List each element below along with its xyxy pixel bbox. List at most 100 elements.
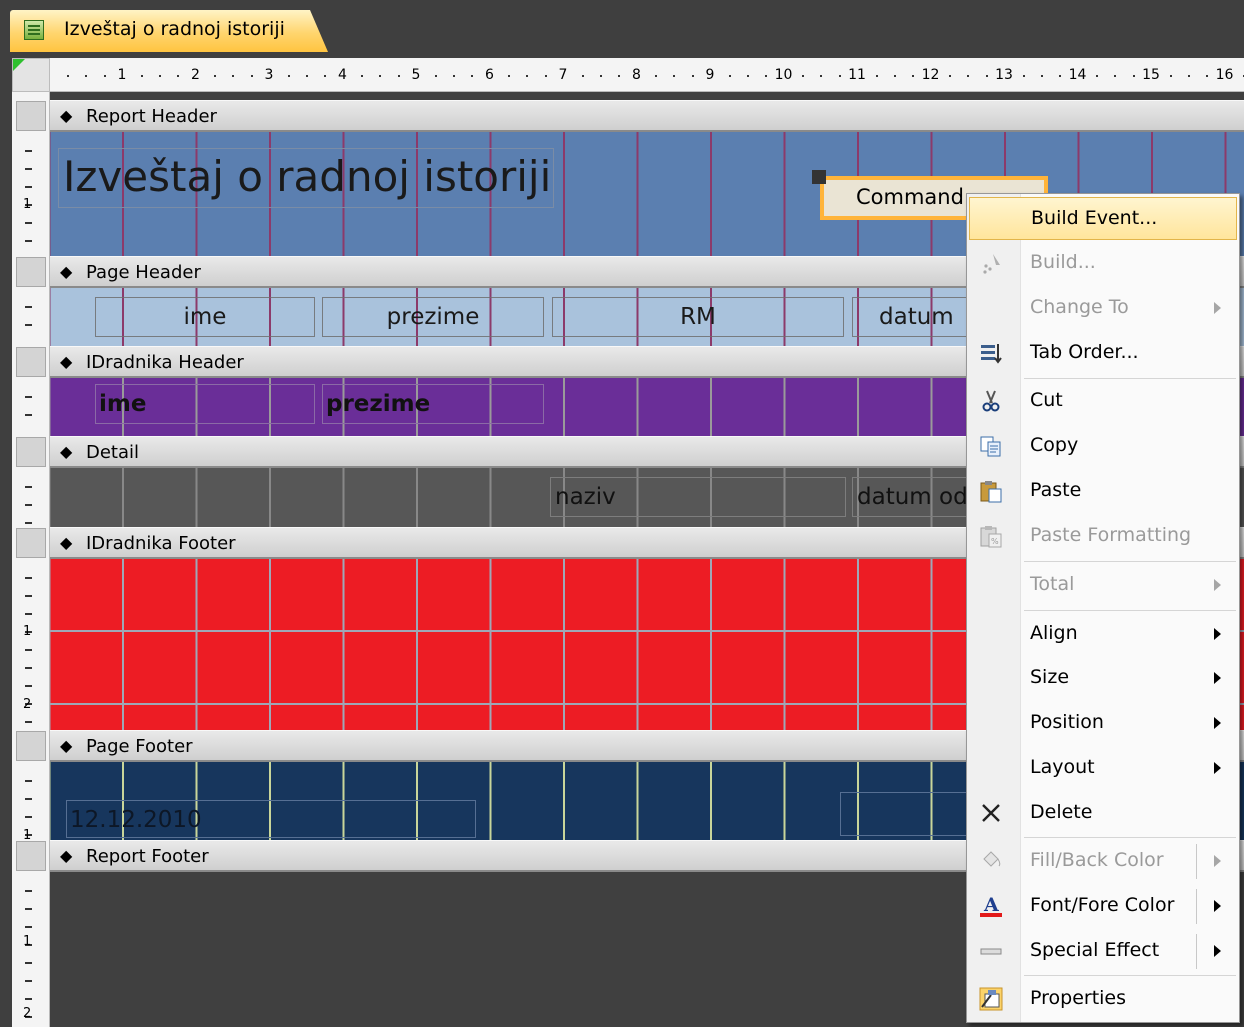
- menu-item-label: Delete: [1030, 801, 1093, 823]
- ruler-tick: [1059, 75, 1062, 77]
- menu-item-size[interactable]: Size: [969, 657, 1237, 700]
- ruler-tick: [305, 75, 308, 77]
- horizontal-ruler[interactable]: 1 2 3 4 5 6 7 8 9 10 11 12 13 14 15 16: [50, 58, 1244, 92]
- menu-item-copy[interactable]: Copy: [969, 425, 1237, 468]
- menu-item-change-to[interactable]: Change To: [969, 287, 1237, 330]
- section-selector[interactable]: [16, 731, 46, 761]
- menu-item-paste-formatting[interactable]: % Paste Formatting: [969, 515, 1237, 558]
- ime-field[interactable]: ime: [95, 384, 315, 424]
- menu-item-delete[interactable]: Delete: [969, 792, 1237, 835]
- menu-item-cut[interactable]: Cut: [969, 380, 1237, 423]
- submenu-arrow-icon: [1214, 855, 1221, 867]
- menu-item-total[interactable]: Total: [969, 564, 1237, 607]
- prezime-label[interactable]: prezime: [322, 297, 544, 337]
- section-selector[interactable]: [16, 347, 46, 377]
- ruler-tick: [838, 75, 841, 77]
- font-color-icon: A: [979, 894, 1003, 918]
- section-selector[interactable]: [16, 437, 46, 467]
- ruler-tick: [912, 75, 915, 77]
- collapse-arrow-icon: ◆: [60, 442, 73, 461]
- ruler-tick: [875, 75, 878, 77]
- ruler-number: 1: [23, 828, 32, 843]
- submenu-arrow-icon: [1214, 945, 1221, 957]
- ruler-tick: [25, 667, 32, 669]
- move-handle[interactable]: [812, 170, 826, 184]
- prezime-field[interactable]: prezime: [322, 384, 544, 424]
- section-selector[interactable]: [16, 841, 46, 871]
- ruler-tick: [25, 486, 32, 488]
- menu-item-layout[interactable]: Layout: [969, 747, 1237, 790]
- delete-x-icon: [979, 801, 1003, 825]
- ruler-tick: [25, 780, 32, 782]
- menu-item-fill-back-color[interactable]: Fill/Back Color: [969, 840, 1237, 883]
- ruler-tick: [67, 75, 69, 77]
- menu-item-label: Size: [1030, 666, 1070, 688]
- section-label: IDradnika Header: [86, 352, 244, 373]
- ruler-tick: [103, 75, 106, 77]
- menu-item-build-event[interactable]: Build Event...: [969, 197, 1237, 240]
- menu-separator: [1024, 975, 1236, 976]
- ruler-tick: [25, 595, 32, 597]
- ruler-number: 15: [1142, 67, 1160, 83]
- section-selector[interactable]: [16, 257, 46, 287]
- menu-item-position[interactable]: Position: [969, 702, 1237, 745]
- ruler-number: 13: [995, 67, 1013, 83]
- svg-text:%: %: [991, 537, 999, 546]
- collapse-arrow-icon: ◆: [60, 533, 73, 552]
- menu-item-build[interactable]: Build...: [969, 242, 1237, 285]
- ruler-number: 1: [23, 624, 32, 639]
- section-label: Detail: [86, 442, 140, 463]
- split-divider: [1196, 889, 1197, 924]
- collapse-arrow-icon: ◆: [60, 106, 73, 125]
- menu-item-label: Cut: [1030, 389, 1063, 411]
- copy-icon: [979, 434, 1003, 458]
- ruler-number: 14: [1068, 67, 1087, 83]
- menu-item-special-effect[interactable]: Special Effect: [969, 930, 1237, 973]
- ruler-tick: [25, 998, 32, 1000]
- submenu-arrow-icon: [1214, 302, 1221, 314]
- menu-item-label: Layout: [1030, 756, 1095, 778]
- ruler-tick: [25, 721, 32, 723]
- ruler-tick: [967, 75, 970, 77]
- menu-item-properties[interactable]: Properties: [969, 978, 1237, 1021]
- ruler-tick: [361, 75, 363, 77]
- paste-formatting-icon: %: [979, 524, 1003, 548]
- menu-item-align[interactable]: Align: [969, 613, 1237, 656]
- special-effect-icon: [979, 939, 1003, 963]
- ruler-tick: [581, 75, 584, 77]
- menu-item-font-fore-color[interactable]: A Font/Fore Color: [969, 885, 1237, 928]
- ruler-number: 4: [338, 67, 347, 83]
- ruler-tick: [508, 75, 510, 77]
- submenu-arrow-icon: [1214, 628, 1221, 640]
- paste-icon: [979, 479, 1003, 503]
- section-selector[interactable]: [16, 528, 46, 558]
- rm-label[interactable]: RM: [552, 297, 844, 337]
- split-divider: [1196, 844, 1197, 879]
- menu-item-tab-order[interactable]: Tab Order...: [969, 332, 1237, 375]
- ruler-tick: [379, 75, 382, 77]
- report-selector[interactable]: [12, 58, 50, 92]
- menu-item-label: Align: [1030, 622, 1078, 644]
- ruler-number: 3: [264, 67, 274, 83]
- ruler-tick: [177, 75, 180, 77]
- submenu-arrow-icon: [1214, 579, 1221, 591]
- ime-label[interactable]: ime: [95, 297, 315, 337]
- report-title-label[interactable]: Izveštaj o radnoj istoriji: [58, 148, 554, 208]
- naziv-field[interactable]: naziv: [550, 477, 846, 517]
- date-field[interactable]: 12.12.2010: [66, 800, 476, 838]
- section-selector[interactable]: [16, 101, 46, 131]
- build-icon: [979, 251, 1003, 275]
- document-tab[interactable]: Izveštaj o radnoj istoriji: [10, 10, 328, 52]
- ruler-tick: [544, 75, 547, 77]
- menu-separator: [1024, 378, 1236, 379]
- section-bar-report-header[interactable]: ◆ Report Header: [50, 100, 1244, 132]
- vertical-ruler[interactable]: 1 1 2 1 1 2: [12, 92, 50, 1027]
- ruler-tick: [1040, 75, 1043, 77]
- ruler-tick: [728, 75, 731, 77]
- ruler-tick: [1132, 75, 1135, 77]
- menu-item-paste[interactable]: Paste: [969, 470, 1237, 513]
- ruler-number: 8: [632, 67, 641, 83]
- tab-title: Izveštaj o radnoj istoriji: [64, 18, 285, 40]
- ruler-tick: [158, 75, 161, 77]
- split-divider: [1196, 934, 1197, 969]
